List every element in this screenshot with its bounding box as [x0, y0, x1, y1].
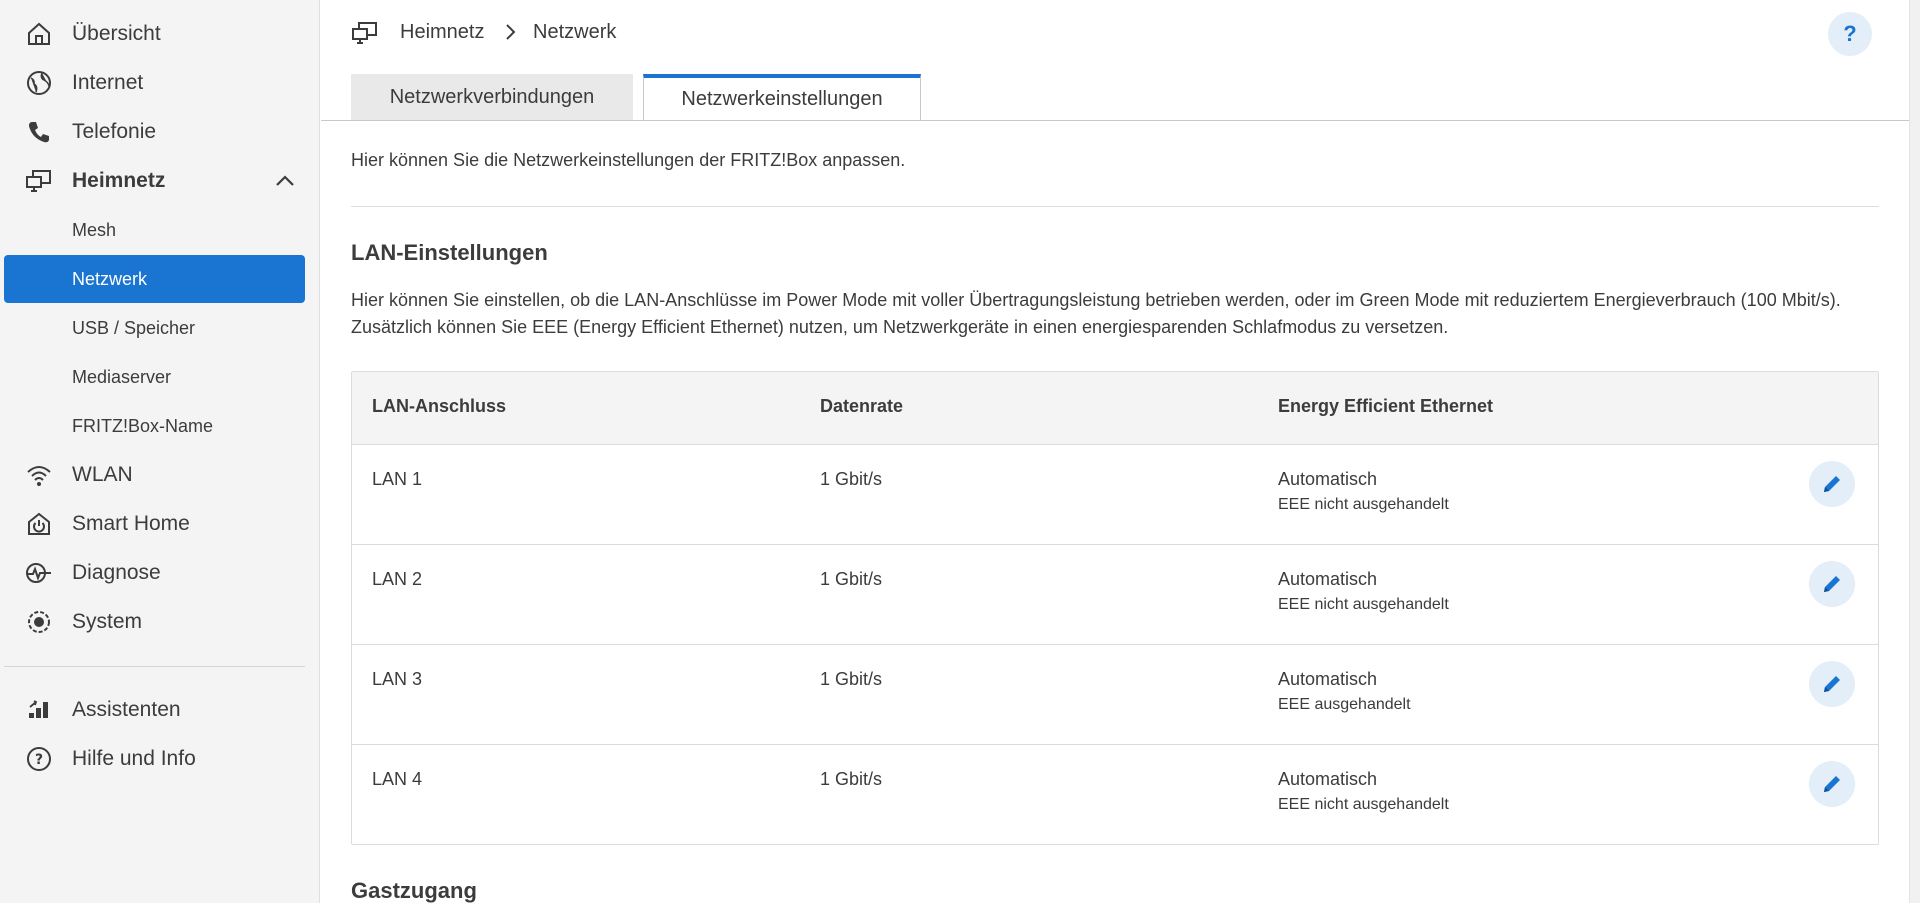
sidebar-item-telefonie[interactable]: Telefonie — [4, 108, 305, 156]
globe-icon — [24, 68, 54, 98]
scrollbar[interactable] — [1909, 0, 1920, 903]
section-divider — [351, 206, 1879, 207]
svg-text:?: ? — [35, 752, 43, 768]
help-circle-icon: ? — [24, 744, 54, 774]
diagnose-icon — [24, 558, 54, 588]
cell-eee-status: EEE nicht ausgehandelt — [1278, 596, 1449, 613]
sidebar-subitem-label: Mediaserver — [72, 366, 172, 387]
column-header-lan-anschluss: LAN-Anschluss — [372, 396, 507, 416]
section-title-gastzugang: Gastzugang — [351, 878, 477, 903]
cell-eee-status: EEE ausgehandelt — [1278, 696, 1411, 713]
sidebar-item-system[interactable]: System — [4, 598, 305, 646]
sidebar-subitem-label: Mesh — [72, 219, 117, 240]
pencil-icon — [1824, 776, 1840, 792]
network-icon — [351, 20, 381, 48]
sidebar-subitem-label: USB / Speicher — [72, 317, 196, 338]
table-header: LAN-Anschluss Datenrate Energy Efficient… — [352, 372, 1878, 445]
pencil-icon — [1824, 476, 1840, 492]
edit-button[interactable] — [1809, 761, 1855, 807]
home-icon — [24, 19, 54, 49]
cell-rate: 1 Gbit/s — [820, 769, 883, 789]
smart-home-icon — [24, 509, 54, 539]
sidebar-item-hilfe-und-info[interactable]: ? Hilfe und Info — [4, 735, 305, 783]
sidebar-item-label: Assistenten — [72, 698, 181, 721]
column-header-eee: Energy Efficient Ethernet — [1278, 396, 1494, 416]
cell-eee: Automatisch — [1278, 469, 1378, 489]
column-header-datenrate: Datenrate — [820, 396, 904, 416]
sidebar-subitem-label: Netzwerk — [72, 268, 148, 289]
pencil-icon — [1824, 576, 1840, 592]
sidebar-item-label: Hilfe und Info — [72, 747, 196, 770]
help-button[interactable]: ? — [1828, 12, 1872, 56]
table-row: LAN 4 1 Gbit/s Automatisch EEE nicht aus… — [352, 745, 1878, 845]
sidebar-item-label: Internet — [72, 71, 144, 94]
table-row: LAN 2 1 Gbit/s Automatisch EEE nicht aus… — [352, 545, 1878, 645]
cell-eee: Automatisch — [1278, 669, 1378, 689]
sidebar-item-heimnetz[interactable]: Heimnetz — [4, 157, 305, 205]
tab-underline — [321, 120, 1909, 121]
sidebar-divider — [4, 666, 305, 667]
chevron-up-icon[interactable] — [273, 169, 297, 193]
edit-button[interactable] — [1809, 461, 1855, 507]
lan-table: LAN-Anschluss Datenrate Energy Efficient… — [351, 371, 1879, 845]
sidebar-subitem-netzwerk[interactable]: Netzwerk — [4, 255, 305, 303]
tab-netzwerkeinstellungen[interactable]: Netzwerkeinstellungen — [643, 74, 921, 121]
pencil-icon — [1824, 676, 1840, 692]
cell-rate: 1 Gbit/s — [820, 469, 883, 489]
main-content: Heimnetz Netzwerk ? Netzwerkverbindungen… — [321, 0, 1909, 903]
cell-rate: 1 Gbit/s — [820, 669, 883, 689]
cell-eee: Automatisch — [1278, 769, 1378, 789]
cell-rate: 1 Gbit/s — [820, 569, 883, 589]
lan-description: Hier können Sie einstellen, ob die LAN-A… — [351, 290, 1841, 337]
sidebar-item-smart-home[interactable]: Smart Home — [4, 500, 305, 548]
breadcrumb-netzwerk: Netzwerk — [533, 21, 617, 43]
edit-button[interactable] — [1809, 661, 1855, 707]
sidebar-item-wlan[interactable]: WLAN — [4, 451, 305, 499]
sidebar-item-diagnose[interactable]: Diagnose — [4, 549, 305, 597]
sidebar-subitem-label: FRITZ!Box-Name — [72, 415, 214, 436]
table-row: LAN 1 1 Gbit/s Automatisch EEE nicht aus… — [352, 445, 1878, 545]
network-icon — [24, 166, 54, 196]
sidebar-item-internet[interactable]: Internet — [4, 59, 305, 107]
sidebar-item-assistenten[interactable]: Assistenten — [4, 686, 305, 734]
cell-eee-status: EEE nicht ausgehandelt — [1278, 796, 1449, 813]
sidebar-item-label: Telefonie — [72, 120, 157, 143]
sidebar-subitem-fritzbox-name[interactable]: FRITZ!Box-Name — [4, 402, 305, 450]
sidebar-item-label: WLAN — [72, 463, 133, 486]
sidebar-item-label: Diagnose — [72, 561, 161, 584]
sidebar-item-label: Übersicht — [72, 22, 161, 45]
sidebar-item-uebersicht[interactable]: Übersicht — [4, 10, 305, 58]
cell-port: LAN 4 — [372, 769, 423, 789]
sidebar: Übersicht Internet Telefonie Heimnetz Me… — [0, 0, 320, 903]
intro-text: Hier können Sie die Netzwerkeinstellunge… — [351, 150, 906, 170]
cell-port: LAN 2 — [372, 569, 423, 589]
sidebar-subitem-usb-speicher[interactable]: USB / Speicher — [4, 304, 305, 352]
cell-eee: Automatisch — [1278, 569, 1378, 589]
chevron-right-icon — [504, 20, 518, 50]
sidebar-subitem-mesh[interactable]: Mesh — [4, 206, 305, 254]
system-icon — [24, 607, 54, 637]
assistant-icon — [24, 695, 54, 725]
edit-button[interactable] — [1809, 561, 1855, 607]
section-title-lan: LAN-Einstellungen — [351, 240, 548, 265]
sidebar-subitem-mediaserver[interactable]: Mediaserver — [4, 353, 305, 401]
table-row: LAN 3 1 Gbit/s Automatisch EEE ausgehand… — [352, 645, 1878, 745]
tab-netzwerkverbindungen[interactable]: Netzwerkverbindungen — [351, 74, 633, 120]
phone-icon — [24, 117, 54, 147]
cell-port: LAN 1 — [372, 469, 423, 489]
breadcrumb-heimnetz[interactable]: Heimnetz — [400, 21, 484, 44]
sidebar-item-label: System — [72, 610, 143, 633]
sidebar-item-label: Smart Home — [72, 512, 190, 535]
cell-eee-status: EEE nicht ausgehandelt — [1278, 496, 1449, 513]
cell-port: LAN 3 — [372, 669, 423, 689]
sidebar-item-label: Heimnetz — [72, 169, 166, 192]
wifi-icon — [24, 460, 54, 490]
